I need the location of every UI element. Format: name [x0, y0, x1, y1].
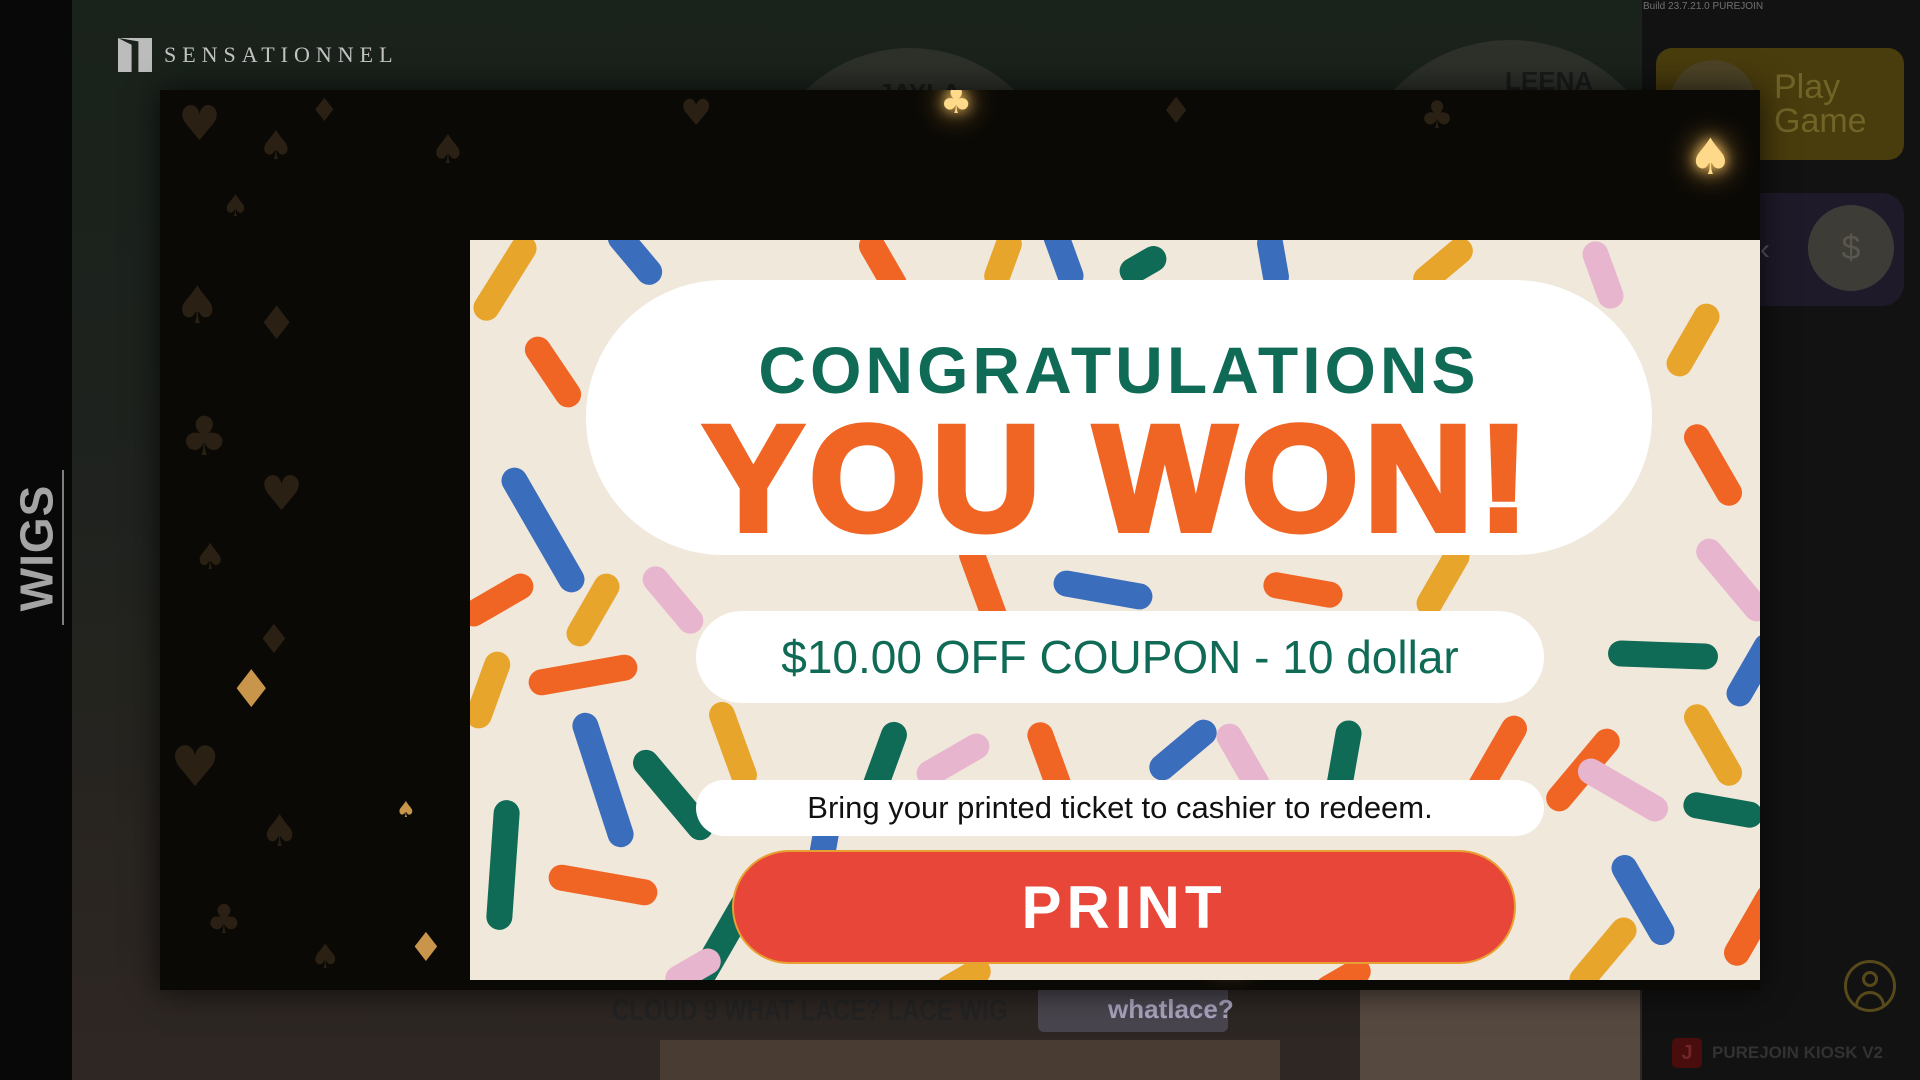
heart-icon: ♥: [260, 466, 304, 522]
diamond-icon: ♦: [310, 91, 339, 129]
club-icon: ♣: [1420, 93, 1455, 137]
sprinkle: [546, 862, 660, 908]
sprinkle: [1564, 912, 1642, 980]
heart-icon: ♥: [680, 93, 713, 134]
spade-icon: ♠: [194, 537, 227, 578]
sprinkle: [1607, 640, 1719, 670]
spade-icon: ♠: [1688, 128, 1733, 186]
heart-icon: ♥: [170, 735, 221, 800]
you-won-heading: YOU WON!: [700, 391, 1535, 565]
sprinkle: [705, 698, 761, 792]
spade-icon: ♠: [260, 806, 300, 857]
sprinkle: [1679, 699, 1747, 791]
sprinkle: [1573, 753, 1673, 827]
prize-description: $10.00 OFF COUPON - 10 dollar: [696, 611, 1544, 703]
sprinkle: [1679, 419, 1747, 511]
print-button[interactable]: PRINT: [732, 850, 1516, 964]
sprinkle: [1690, 533, 1760, 627]
sprinkle: [1051, 568, 1155, 612]
sprinkle: [470, 647, 514, 733]
diamond-icon: ♦: [408, 925, 444, 971]
prize-modal: ♣ ♠ ♦ ♣ ♥ ♦ ♦ ♠ ♥ ♠ ♦ ♠ ♠ ♦ ♣ ♥ ♠ ♦ ♥ ♠ …: [160, 90, 1760, 990]
sprinkle: [1721, 628, 1760, 712]
diamond-icon: ♦: [256, 296, 298, 350]
sprinkle: [526, 652, 640, 698]
redeem-instructions: Bring your printed ticket to cashier to …: [696, 780, 1544, 836]
spade-icon: ♠: [310, 937, 341, 977]
sprinkle: [1261, 570, 1345, 610]
diamond-icon: ♦: [256, 617, 292, 663]
sprinkle: [1661, 298, 1725, 382]
sprinkle: [569, 709, 637, 851]
diamond-icon: ♦: [1160, 91, 1193, 132]
sprinkle: [485, 799, 521, 931]
coupon-card: CONGRATULATIONS YOU WON! $10.00 OFF COUP…: [470, 240, 1760, 980]
club-icon: ♣: [180, 405, 229, 468]
sprinkle: [1719, 879, 1760, 971]
diamond-icon: ♦: [228, 660, 275, 720]
sprinkle: [1144, 714, 1222, 786]
spade-icon: ♠: [396, 798, 416, 823]
sprinkle: [1681, 790, 1760, 830]
spade-icon: ♠: [258, 123, 294, 169]
sprinkle: [470, 240, 542, 326]
sprinkle: [519, 331, 587, 413]
heart-icon: ♥: [178, 96, 222, 152]
sprinkle: [637, 561, 709, 639]
sprinkle: [470, 568, 539, 632]
club-icon: ♣: [206, 897, 242, 943]
spade-icon: ♠: [174, 276, 221, 336]
congratulations-banner: CONGRATULATIONS YOU WON!: [586, 280, 1652, 565]
club-icon: ♣: [940, 90, 973, 122]
spade-icon: ♠: [430, 127, 466, 173]
spade-icon: ♠: [222, 189, 249, 224]
sprinkle: [602, 240, 668, 291]
